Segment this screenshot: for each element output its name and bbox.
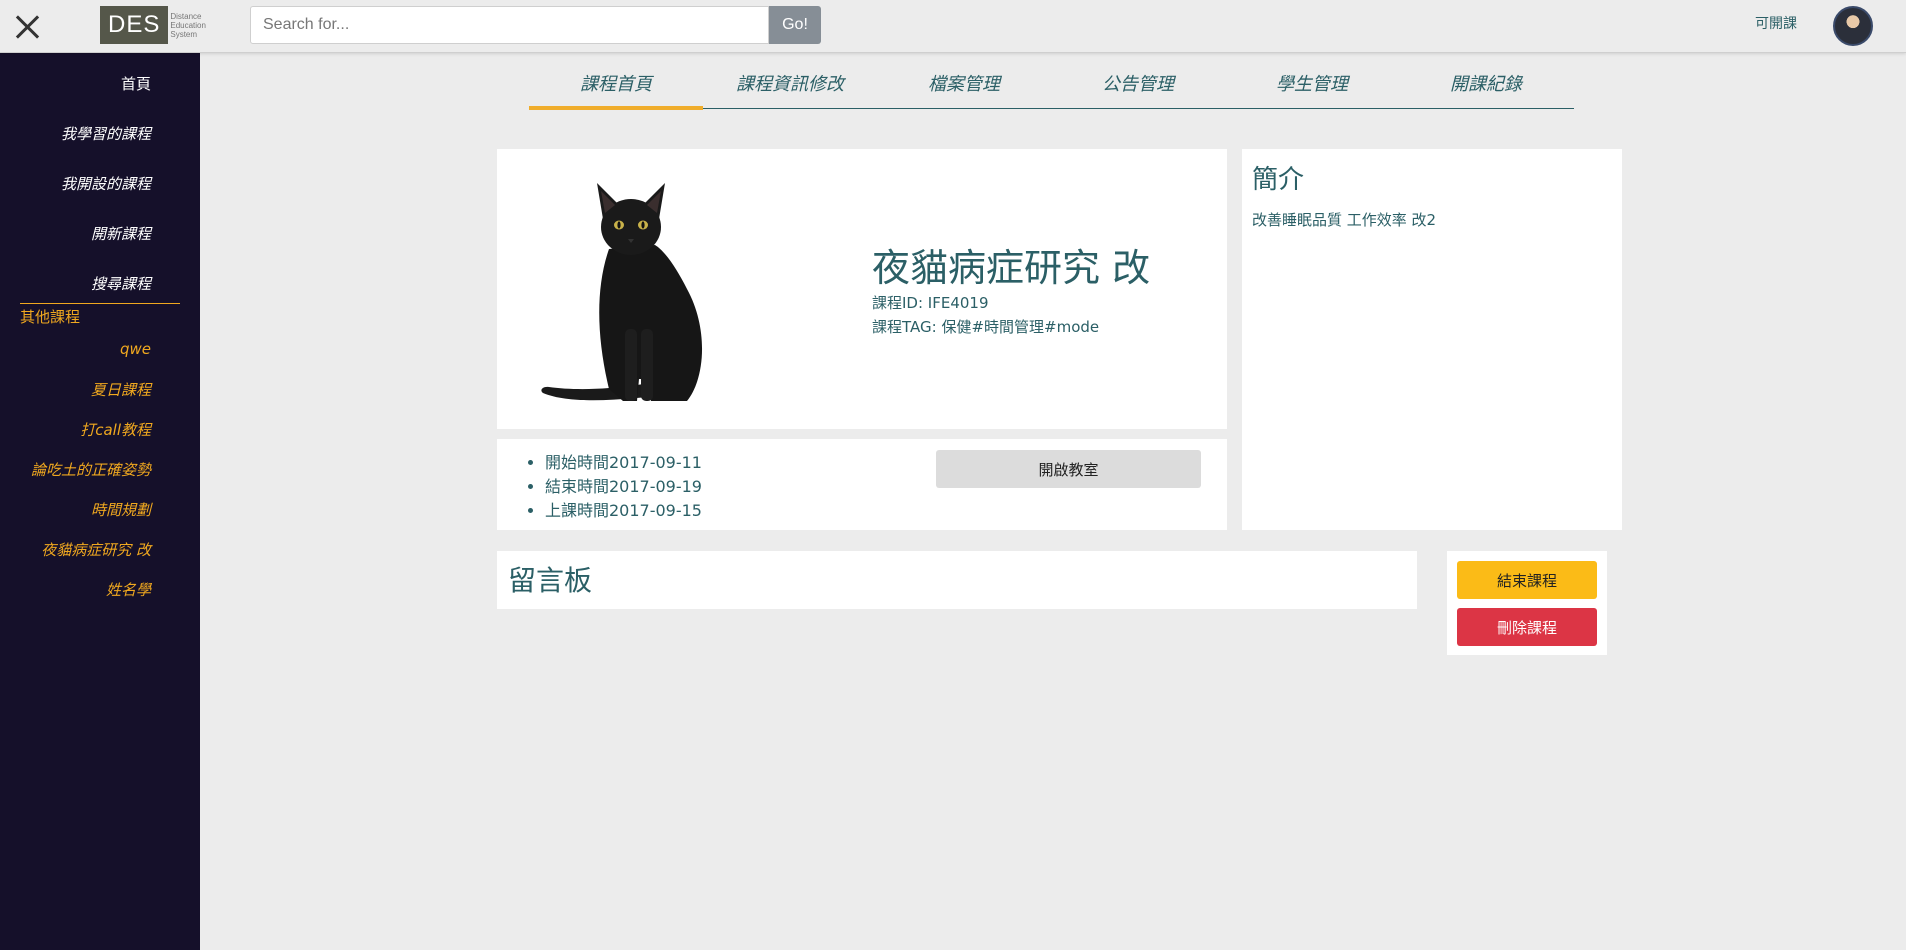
end-date: 結束時間2017-09-19 xyxy=(545,475,702,499)
sidebar-course-item[interactable]: 姓名學 xyxy=(0,569,200,609)
top-bar: DES Distance Education System Go! 可開課 xyxy=(0,0,1906,53)
intro-card: 簡介 改善睡眠品質 工作效率 改2 xyxy=(1242,149,1622,530)
sidebar-course-item[interactable]: 論吃土的正確姿勢 xyxy=(0,449,200,489)
sidebar-course-item[interactable]: 夜貓病症研究 改 xyxy=(0,529,200,569)
course-dates-card: 開始時間2017-09-11 結束時間2017-09-19 上課時間2017-0… xyxy=(497,439,1227,530)
logo-text: DES xyxy=(100,6,169,44)
course-info-card: 夜貓病症研究 改 課程ID: IFE4019 課程TAG: 保健#時間管理#mo… xyxy=(497,149,1227,429)
course-id: 課程ID: IFE4019 xyxy=(872,294,989,312)
logo-sub-line: System xyxy=(170,29,198,39)
tab-announcement-management[interactable]: 公告管理 xyxy=(1051,62,1225,108)
search-button[interactable]: Go! xyxy=(769,6,821,44)
sidebar-course-item[interactable]: 時間規劃 xyxy=(0,489,200,529)
tab-course-history[interactable]: 開課紀錄 xyxy=(1399,62,1573,108)
can-open-course-link[interactable]: 可開課 xyxy=(1755,13,1797,33)
sidebar-course-item[interactable]: 打call教程 xyxy=(0,409,200,449)
sidebar-course-item[interactable]: qwe xyxy=(0,329,200,369)
logo-subtitle: Distance Education System xyxy=(170,12,206,39)
tab-student-management[interactable]: 學生管理 xyxy=(1225,62,1399,108)
sidebar-item-search-course[interactable]: 搜尋課程 xyxy=(0,258,200,308)
course-tags: 課程TAG: 保健#時間管理#mode xyxy=(872,318,1100,336)
sidebar: 首頁 我學習的課程 我開設的課程 開新課程 搜尋課程 其他課程 qwe 夏日課程… xyxy=(0,53,200,950)
intro-title: 簡介 xyxy=(1252,165,1305,195)
message-board-title: 留言板 xyxy=(508,564,593,597)
logo[interactable]: DES Distance Education System xyxy=(100,6,206,44)
tab-file-management[interactable]: 檔案管理 xyxy=(877,62,1051,108)
open-classroom-button[interactable]: 開啟教室 xyxy=(936,450,1201,488)
course-title: 夜貓病症研究 改 xyxy=(872,246,1151,290)
sidebar-item-new-course[interactable]: 開新課程 xyxy=(0,208,200,258)
logo-sub-line: Education xyxy=(170,20,206,30)
start-date: 開始時間2017-09-11 xyxy=(545,451,702,475)
message-board: 留言板 xyxy=(497,551,1417,609)
course-dates-list: 開始時間2017-09-11 結束時間2017-09-19 上課時間2017-0… xyxy=(545,451,702,523)
tab-course-info-edit[interactable]: 課程資訊修改 xyxy=(703,62,877,108)
tab-course-home[interactable]: 課程首頁 xyxy=(529,62,703,110)
sidebar-item-my-learning[interactable]: 我學習的課程 xyxy=(0,108,200,158)
sidebar-other-heading: 其他課程 xyxy=(20,303,180,327)
sidebar-item-my-courses[interactable]: 我開設的課程 xyxy=(0,158,200,208)
cat-image xyxy=(541,183,703,401)
class-date: 上課時間2017-09-15 xyxy=(545,499,702,523)
sidebar-main-menu: 首頁 我學習的課程 我開設的課程 開新課程 搜尋課程 xyxy=(0,53,200,308)
sidebar-other-menu: qwe 夏日課程 打call教程 論吃土的正確姿勢 時間規劃 夜貓病症研究 改 … xyxy=(0,329,200,609)
logo-sub-line: Distance xyxy=(170,11,202,21)
search-input[interactable] xyxy=(250,6,769,44)
end-course-button[interactable]: 結束課程 xyxy=(1457,561,1597,599)
sidebar-course-item[interactable]: 夏日課程 xyxy=(0,369,200,409)
course-actions: 結束課程 刪除課程 xyxy=(1447,551,1607,655)
intro-text: 改善睡眠品質 工作效率 改2 xyxy=(1252,211,1437,229)
close-icon[interactable] xyxy=(12,12,42,42)
delete-course-button[interactable]: 刪除課程 xyxy=(1457,608,1597,646)
sidebar-item-home[interactable]: 首頁 xyxy=(0,58,200,108)
course-tabs: 課程首頁 課程資訊修改 檔案管理 公告管理 學生管理 開課紀錄 xyxy=(529,62,1574,110)
avatar[interactable] xyxy=(1833,6,1873,46)
